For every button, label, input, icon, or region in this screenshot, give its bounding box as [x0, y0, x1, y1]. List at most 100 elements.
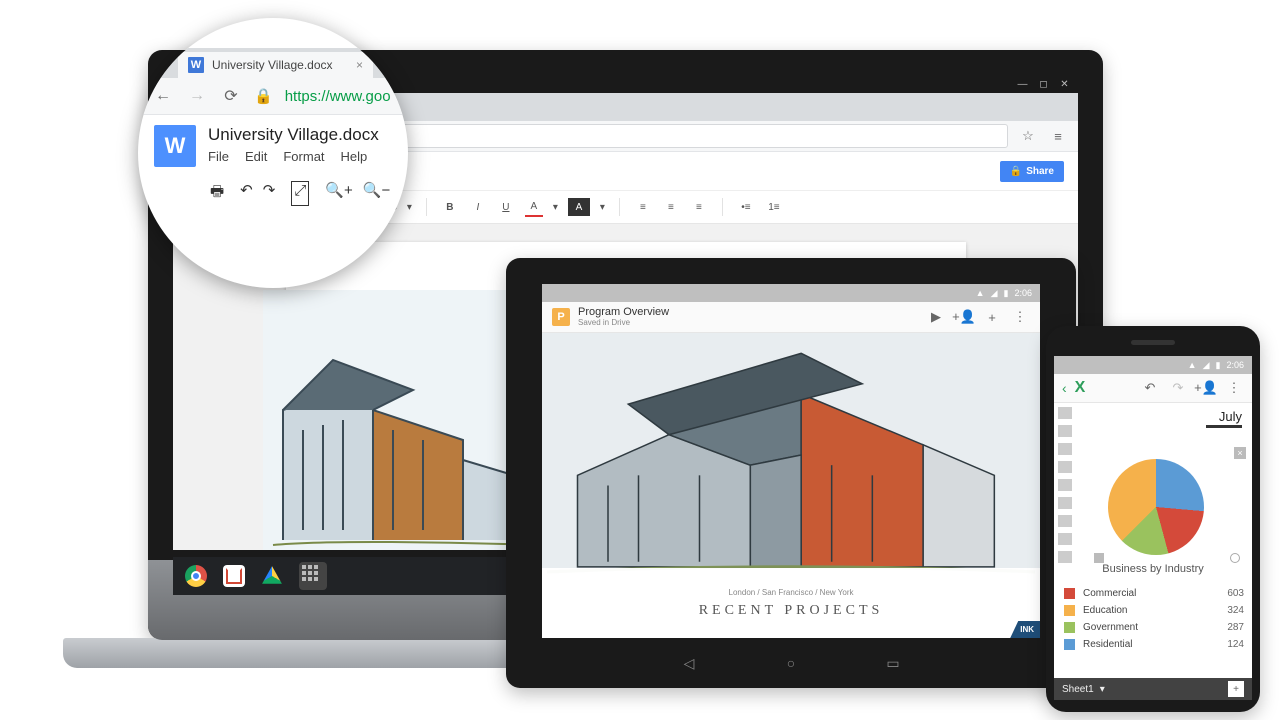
add-icon[interactable]: +	[982, 307, 1002, 327]
zoom-toolbar: ← → ⟳ 🔒 https://www.goo	[138, 78, 408, 115]
building-sketch	[263, 290, 543, 550]
menu-format[interactable]: Format	[283, 149, 324, 164]
present-icon[interactable]: ▶	[926, 307, 946, 327]
undo-icon[interactable]: ↶	[240, 181, 253, 206]
signal-icon: ◢	[1203, 360, 1210, 371]
status-time: 2:06	[1014, 288, 1032, 298]
add-person-icon[interactable]: +👤	[954, 307, 974, 327]
browser-tab[interactable]: W University Village.docx ×	[178, 52, 373, 78]
text-color-icon[interactable]: A	[525, 197, 543, 217]
tablet-device: ▲ ◢ ▮ 2:06 P Program Overview Saved in D…	[506, 258, 1076, 688]
nav-back-icon[interactable]: ◁	[678, 652, 700, 674]
ink-badge: INK	[1010, 621, 1040, 638]
list-bulleted-icon[interactable]: •≡	[737, 198, 755, 216]
month-label: July	[1219, 409, 1242, 424]
close-icon[interactable]: ✕	[1059, 79, 1070, 90]
chevron-down-icon[interactable]: ▾	[553, 202, 558, 213]
drive-icon[interactable]	[261, 565, 283, 587]
chevron-down-icon[interactable]: ▾	[600, 202, 605, 213]
zoom-doc-header: W University Village.docx File Edit Form…	[138, 115, 408, 167]
overflow-icon[interactable]: ⋮	[1010, 307, 1030, 327]
slides-header: P Program Overview Saved in Drive ▶ +👤 +…	[542, 302, 1040, 333]
chart-title: Business by Industry	[1054, 563, 1252, 575]
apps-grid-icon[interactable]	[299, 562, 327, 590]
zoom-in-icon[interactable]: 🔍+	[325, 181, 352, 206]
zoom-tabstrip: W University Village.docx ×	[138, 48, 408, 78]
share-button[interactable]: 🔒 Share	[1000, 161, 1064, 182]
fit-icon[interactable]: ⤢	[291, 181, 309, 206]
add-person-icon[interactable]: +👤	[1196, 378, 1216, 398]
back-icon[interactable]: ‹	[1062, 380, 1067, 396]
lock-icon: 🔒	[1010, 166, 1022, 177]
underline-icon[interactable]: U	[497, 198, 515, 216]
chrome-icon[interactable]	[185, 565, 207, 587]
chevron-down-icon[interactable]: ▾	[1100, 684, 1105, 695]
maximize-icon[interactable]: ◻	[1038, 79, 1049, 90]
align-right-icon[interactable]: ≡	[690, 198, 708, 216]
legend-item: Government287	[1064, 619, 1244, 636]
sheet-tabs: Sheet1 ▾ +	[1054, 678, 1252, 700]
italic-icon[interactable]: I	[469, 198, 487, 216]
bookmark-icon[interactable]: ☆	[1018, 126, 1038, 146]
print-icon[interactable]: 🖶	[210, 181, 224, 206]
powerpoint-icon: P	[552, 308, 570, 326]
browser-menu-icon[interactable]: ≡	[1048, 126, 1068, 146]
swatch-icon	[1064, 622, 1075, 633]
swatch-icon	[1064, 605, 1075, 616]
redo-icon[interactable]: ↷	[263, 181, 276, 206]
battery-icon: ▮	[1004, 288, 1009, 299]
nav-recent-icon[interactable]: ▭	[882, 652, 904, 674]
document-title[interactable]: University Village.docx	[208, 125, 379, 145]
zoom-out-icon[interactable]: 🔍−	[363, 181, 390, 206]
legend-item: Commercial603	[1064, 585, 1244, 602]
status-time: 2:06	[1226, 360, 1244, 370]
align-left-icon[interactable]: ≡	[634, 198, 652, 216]
menu-help[interactable]: Help	[341, 149, 368, 164]
list-numbered-icon[interactable]: 1≡	[765, 198, 783, 216]
tab-close-icon[interactable]: ×	[356, 58, 363, 72]
chart-handle-icon[interactable]	[1094, 553, 1104, 563]
tab-title: University Village.docx	[212, 58, 333, 72]
android-statusbar: ▲ ◢ ▮ 2:06	[1054, 356, 1252, 374]
swatch-icon	[1064, 639, 1075, 650]
wifi-icon: ▲	[976, 288, 985, 298]
add-sheet-button[interactable]: +	[1228, 681, 1244, 697]
lock-icon: 🔒	[254, 87, 273, 105]
sheet-tab-active[interactable]: Sheet1	[1062, 684, 1094, 695]
highlight-icon[interactable]: A	[568, 198, 590, 216]
pie-chart[interactable]	[1108, 459, 1204, 555]
presentation-title[interactable]: Program Overview	[578, 307, 669, 318]
chart-handle-icon[interactable]	[1230, 553, 1240, 563]
cities-text: London / San Francisco / New York	[729, 588, 854, 597]
overflow-icon[interactable]: ⋮	[1224, 378, 1244, 398]
reload-icon[interactable]: ⟳	[220, 85, 242, 107]
tablet-screen: ▲ ◢ ▮ 2:06 P Program Overview Saved in D…	[542, 284, 1040, 638]
bold-icon[interactable]: B	[441, 198, 459, 216]
menu-file[interactable]: File	[208, 149, 229, 164]
redo-icon[interactable]: ↷	[1168, 378, 1188, 398]
slide-canvas[interactable]: London / San Francisco / New York RECENT…	[542, 333, 1040, 638]
undo-icon[interactable]: ↶	[1140, 378, 1160, 398]
minimize-icon[interactable]: —	[1017, 79, 1028, 90]
nav-home-icon[interactable]: ○	[780, 652, 802, 674]
align-center-icon[interactable]: ≡	[662, 198, 680, 216]
back-icon[interactable]: ←	[152, 85, 174, 107]
signal-icon: ◢	[991, 288, 998, 299]
excel-icon: X	[1075, 379, 1086, 397]
swatch-icon	[1064, 588, 1075, 599]
chart-close-icon[interactable]: ×	[1234, 447, 1246, 459]
gmail-icon[interactable]	[223, 565, 245, 587]
slide-footer: London / San Francisco / New York RECENT…	[542, 568, 1040, 638]
android-navbar: ◁ ○ ▭	[506, 652, 1076, 674]
wifi-icon: ▲	[1188, 360, 1197, 370]
sheet-canvas[interactable]: July × Business by Industry Commercial60…	[1054, 403, 1252, 678]
legend-item: Residential124	[1064, 636, 1244, 653]
legend-item: Education324	[1064, 602, 1244, 619]
word-icon: W	[188, 57, 204, 73]
menu-edit[interactable]: Edit	[245, 149, 267, 164]
forward-icon[interactable]: →	[186, 85, 208, 107]
month-indicator	[1206, 425, 1242, 428]
url-text[interactable]: https://www.goo	[285, 88, 391, 105]
menu-bar: File Edit Format Help	[208, 149, 379, 164]
phone-device: ▲ ◢ ▮ 2:06 ‹ X ↶ ↷ +👤 ⋮ July × Business …	[1046, 326, 1260, 712]
